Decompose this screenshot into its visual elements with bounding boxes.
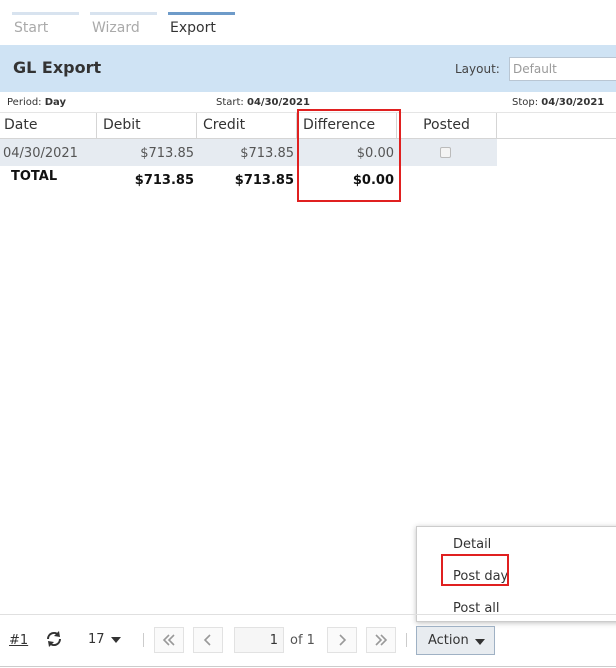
double-chevron-right-icon [375,634,388,646]
divider [406,633,407,647]
tab-export[interactable]: Export [168,12,235,45]
wizard-tabs: Start Wizard Export [0,0,616,45]
period-info-item: Period: Day [7,97,67,108]
column-header-credit[interactable]: Credit [197,113,297,139]
prev-page-button[interactable] [193,627,223,653]
cell-debit: $713.85 [140,146,194,161]
table-row[interactable]: 04/30/2021 $713.85 $713.85 $0.00 [0,139,497,166]
chevron-down-icon [475,639,485,645]
total-credit: $713.85 [234,173,294,188]
posted-checkbox[interactable] [440,147,451,158]
page-title: GL Export [13,58,102,77]
column-header-date[interactable]: Date [0,113,97,139]
column-header-posted[interactable]: Posted [397,113,497,139]
divider [143,633,144,647]
last-page-button[interactable] [366,627,396,653]
double-chevron-left-icon [162,634,175,646]
total-row: TOTAL $713.85 $713.85 $0.00 [0,166,497,194]
total-label: TOTAL [11,169,58,184]
layout-label: Layout: [455,62,500,76]
cell-credit: $713.85 [240,146,294,161]
next-page-button[interactable] [327,627,357,653]
page-count: of 1 [290,633,315,648]
chevron-down-icon [110,636,121,643]
chevron-left-icon [203,634,211,646]
cell-date: 04/30/2021 [3,146,78,161]
refresh-icon[interactable] [45,630,63,648]
divider [0,666,616,667]
first-page-button[interactable] [154,627,184,653]
start-info-item: Start: 04/30/2021 [216,97,310,108]
record-link[interactable]: #1 [9,633,28,648]
layout-select[interactable]: Default [509,57,616,81]
tab-start[interactable]: Start [12,12,79,45]
pager-footer: #1 17 1 of 1 Action [0,614,616,668]
chevron-right-icon [339,634,347,646]
page-header: GL Export Layout: Default [0,45,616,92]
difference-highlight-box [297,109,401,202]
tab-wizard[interactable]: Wizard [90,12,157,45]
stop-info-item: Stop: 04/30/2021 [512,97,605,108]
action-button[interactable]: Action [416,626,495,655]
page-size-select[interactable]: 17 [88,632,121,647]
post-day-highlight-box [441,554,509,586]
menu-item-detail[interactable]: Detail [453,537,491,552]
column-header-debit[interactable]: Debit [97,113,197,139]
total-debit: $713.85 [134,173,194,188]
page-number-input[interactable]: 1 [234,627,284,653]
